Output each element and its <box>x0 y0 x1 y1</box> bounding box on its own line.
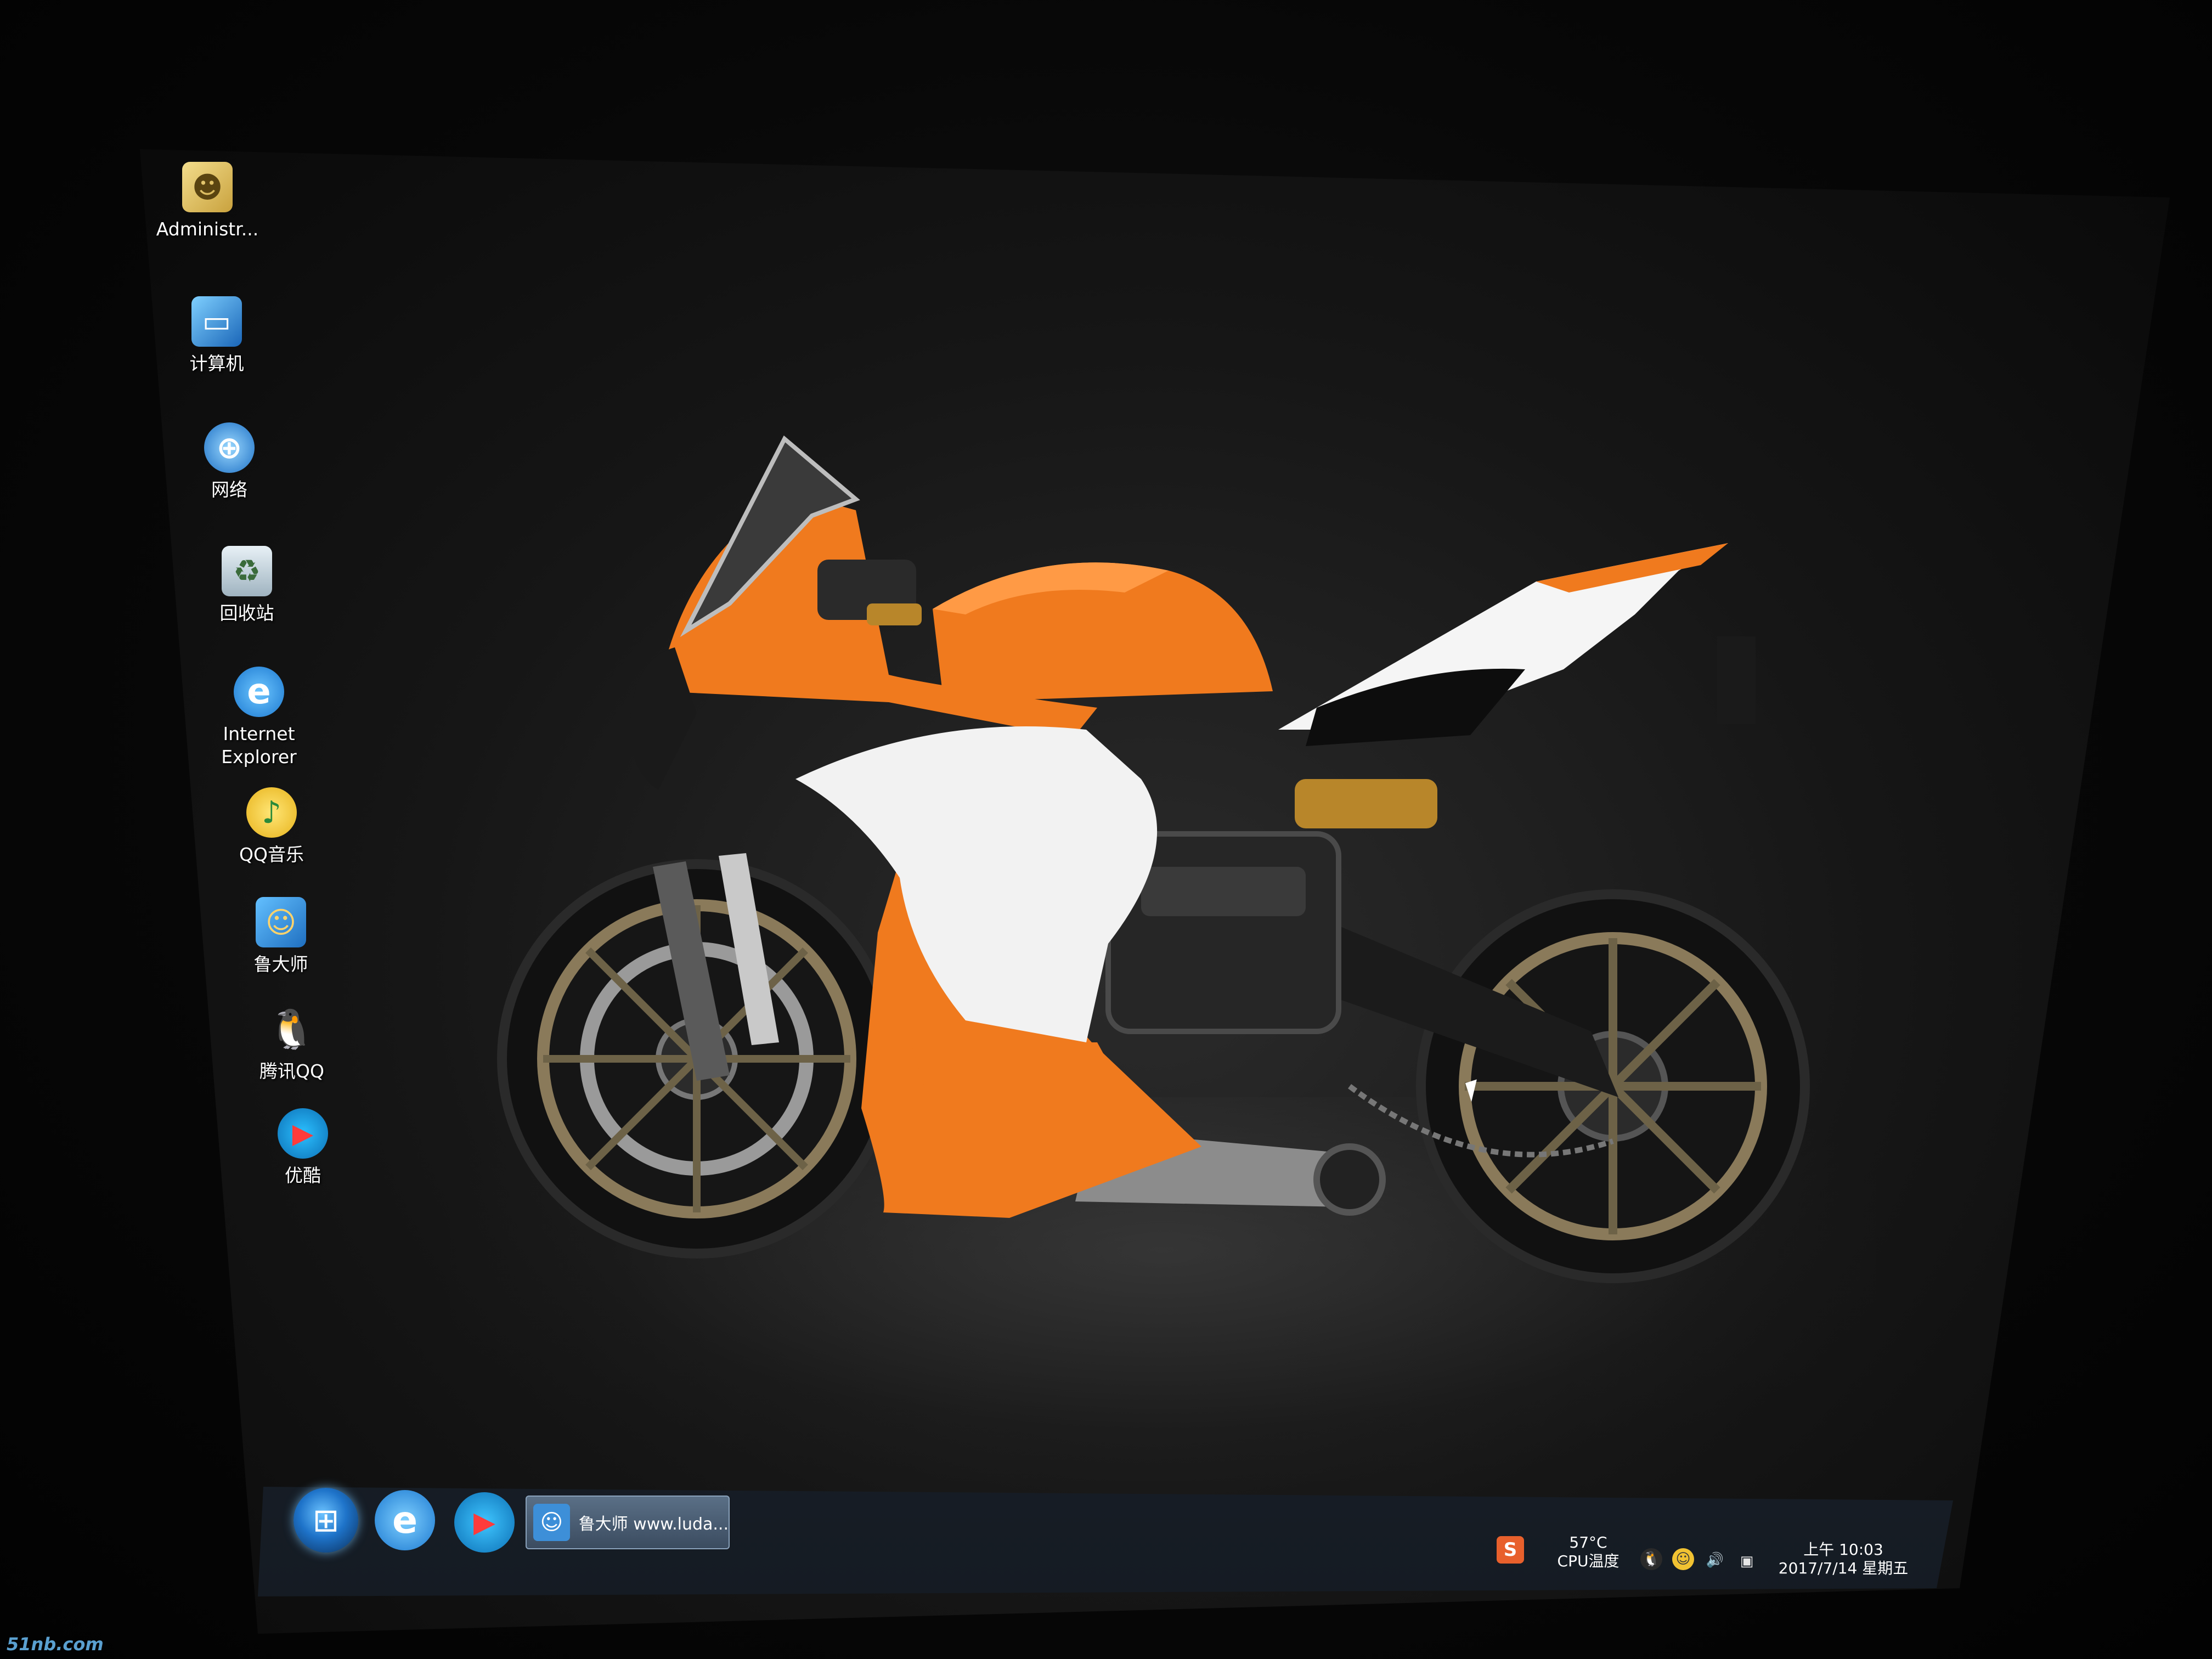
ludashi-icon: ☺ <box>533 1504 570 1541</box>
network-icon: ⊕ <box>204 422 255 473</box>
internet-explorer-icon: e <box>234 667 284 717</box>
desktop-icon-label: 腾讯QQ <box>259 1060 324 1082</box>
recycle-bin-icon: ♻ <box>222 546 272 596</box>
desktop-icon-label: 回收站 <box>219 602 274 624</box>
cpu-temperature[interactable]: 57°C CPU温度 <box>1547 1533 1629 1571</box>
taskbar-pinned-youku[interactable]: ▶ <box>454 1492 515 1553</box>
youku-icon: ▶ <box>278 1108 328 1159</box>
tencent-qq-icon: 🐧 <box>268 1006 316 1052</box>
user-folder-icon: ☻ <box>182 162 233 212</box>
desktop-icon-label: QQ音乐 <box>239 844 304 865</box>
start-button[interactable]: ⊞ <box>294 1488 358 1553</box>
desktop-icon-network[interactable]: ⊕ 网络 <box>163 422 295 501</box>
watermark: 51nb.com <box>7 1634 104 1655</box>
desktop-icon-computer[interactable]: ▭ 计算机 <box>151 296 283 375</box>
volume-icon[interactable]: 🔊 <box>1704 1549 1726 1571</box>
system-clock[interactable]: 上午 10:03 2017/7/14 星期五 <box>1772 1541 1915 1578</box>
windows-logo-icon: ⊞ <box>312 1502 340 1539</box>
ludashi-icon: ☺ <box>256 897 306 947</box>
qq-tray-icon[interactable]: 🐧 <box>1640 1548 1662 1570</box>
ludashi-tray-icon[interactable]: ☺ <box>1672 1548 1694 1570</box>
cpu-temperature-label: CPU温度 <box>1557 1552 1620 1570</box>
desktop-icon-label: Administr... <box>156 218 259 240</box>
desktop-icon-internet-explorer[interactable]: e Internet Explorer <box>193 667 325 769</box>
desktop-icon-administrator[interactable]: ☻ Administr... <box>142 162 273 241</box>
desktop-icon-ludashi[interactable]: ☺ 鲁大师 <box>215 897 347 976</box>
desktop-icon-recycle-bin[interactable]: ♻ 回收站 <box>181 546 313 625</box>
sogou-input-icon[interactable]: S <box>1497 1536 1524 1564</box>
desktop-icon-youku[interactable]: ▶ 优酷 <box>237 1108 369 1187</box>
clock-date: 2017/7/14 星期五 <box>1778 1559 1909 1577</box>
desktop-screen: ☻ Administr... ▭ 计算机 ⊕ 网络 ♻ 回收站 e Intern… <box>140 149 2170 1634</box>
taskbar-window-title: 鲁大师 www.luda... <box>578 1515 729 1534</box>
desktop-icon-label: 网络 <box>211 479 247 500</box>
taskbar-window-ludashi[interactable]: ☺ 鲁大师 www.luda... <box>526 1496 730 1549</box>
desktop-icon-label: Internet Explorer <box>221 723 297 768</box>
computer-icon: ▭ <box>191 296 242 347</box>
desktop-icon-label: 优酷 <box>285 1165 321 1186</box>
clock-time: 上午 10:03 <box>1803 1541 1883 1559</box>
desktop-icon-label: 计算机 <box>189 353 244 374</box>
youku-icon: ▶ <box>473 1506 495 1539</box>
network-tray-icon[interactable]: ▣ <box>1736 1550 1758 1572</box>
internet-explorer-icon: e <box>392 1498 418 1542</box>
desktop-icon-qq-music[interactable]: ♪ QQ音乐 <box>206 787 337 866</box>
taskbar-pinned-internet-explorer[interactable]: e <box>375 1490 435 1550</box>
qq-music-icon: ♪ <box>246 787 297 838</box>
cpu-temperature-value: 57°C <box>1569 1533 1607 1551</box>
desktop-icon-label: 鲁大师 <box>253 953 308 975</box>
desktop-icon-tencent-qq[interactable]: 🐧 腾讯QQ <box>226 1004 358 1083</box>
